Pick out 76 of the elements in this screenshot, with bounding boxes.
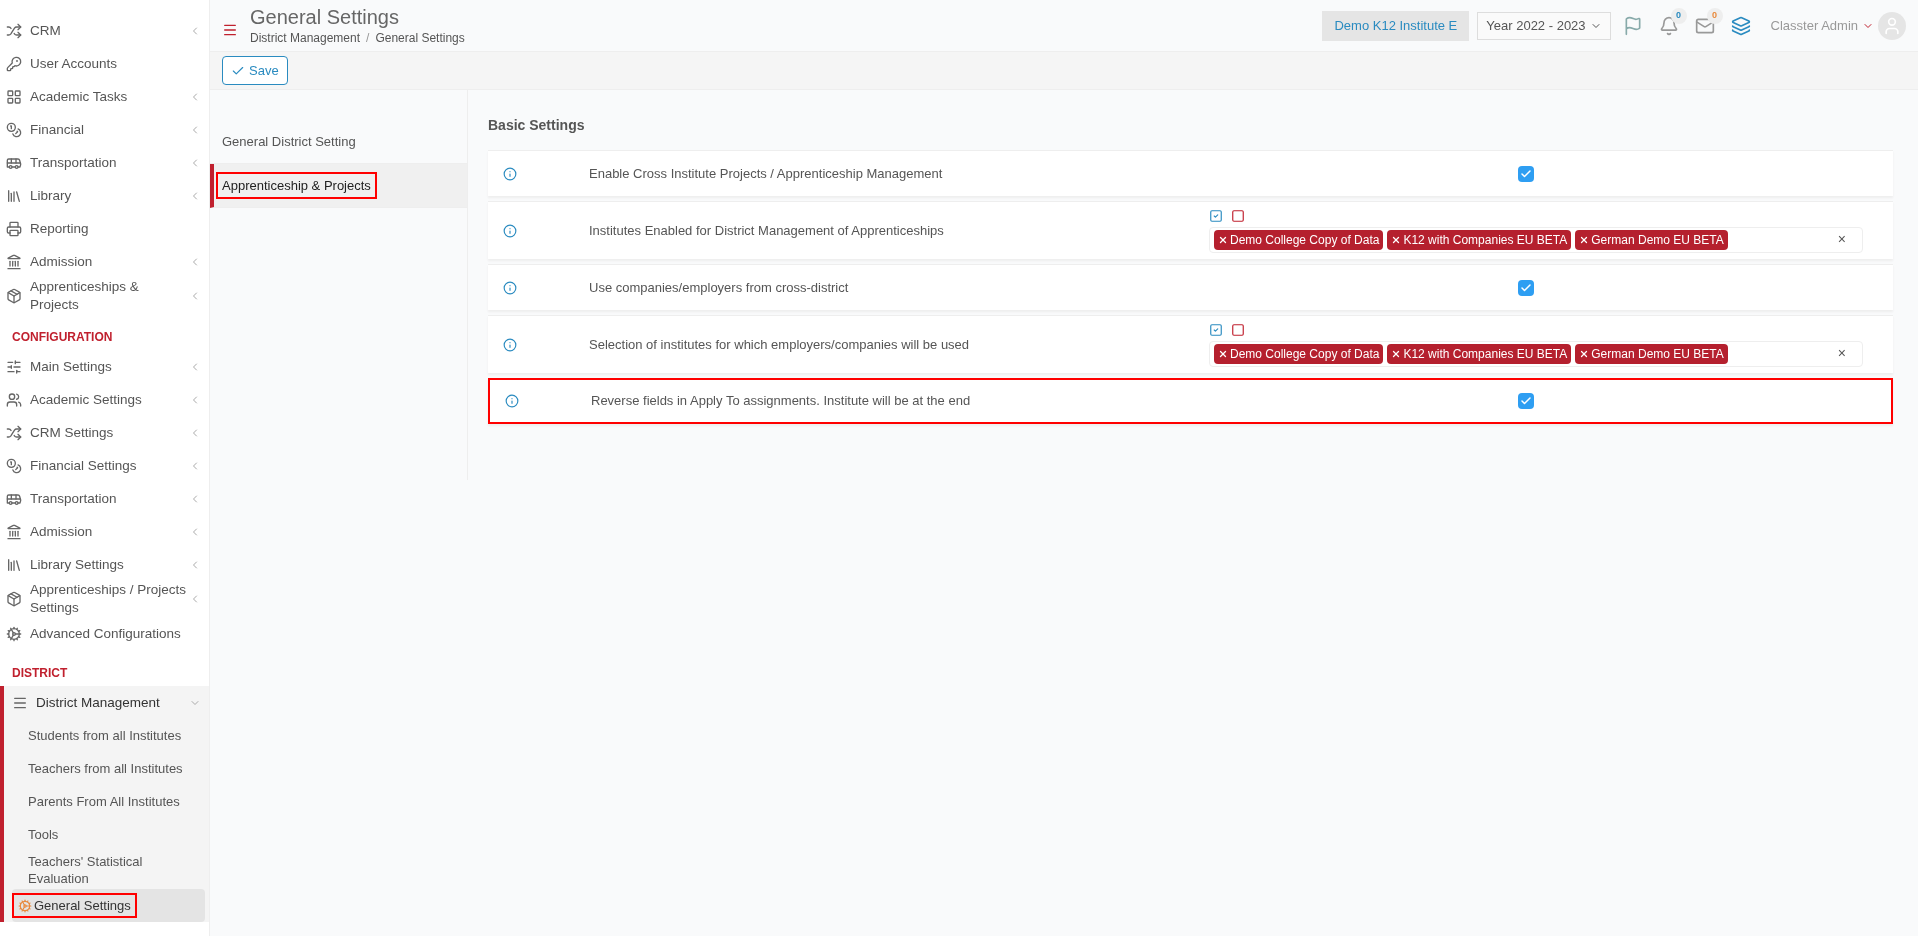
section-title: Basic Settings (488, 116, 586, 135)
tag[interactable]: German Demo EU BETA (1575, 343, 1728, 364)
setting-label: Selection of institutes for which employers/companies will be used (589, 335, 971, 354)
tag[interactable]: Demo College Copy of Data (1214, 229, 1384, 250)
remove-icon (1391, 348, 1402, 359)
person-silhouette-icon (1882, 15, 1902, 36)
sidebar-item[interactable]: Academic Settings (0, 383, 209, 416)
checkbox[interactable] (1518, 279, 1534, 296)
checkbox[interactable] (1518, 393, 1534, 409)
remove-icon (1579, 348, 1590, 359)
submenu-item[interactable]: General Settings (12, 889, 205, 922)
info-icon[interactable] (503, 166, 517, 181)
sidebar-item[interactable]: Main Settings (0, 350, 209, 383)
sidebar-item[interactable]: Advanced Configurations (0, 617, 209, 650)
submenu-item[interactable]: Tools (12, 818, 205, 851)
tag-field[interactable]: Demo College Copy of Data K12 with Companies EU BETA German Demo EU BETA × (1209, 340, 1863, 367)
sidebar-item[interactable]: Apprenticeships & Projects (0, 278, 209, 314)
gears-icon (18, 898, 32, 913)
tab[interactable]: Apprenticeship & Projects (210, 164, 467, 208)
sidebar-item[interactable]: Library (0, 179, 209, 212)
breadcrumb-item[interactable]: District Management (250, 28, 361, 47)
sidebar-item[interactable]: Transportation (0, 146, 209, 179)
sidebar-item[interactable]: Financial (0, 113, 209, 146)
section-heading: CONFIGURATION (11, 329, 114, 346)
setting-label: Institutes Enabled for District Management of Apprenticeships (589, 221, 945, 240)
sidebar-item[interactable]: Library Settings (0, 548, 209, 581)
deselect-all-icon[interactable] (1231, 322, 1245, 337)
page-title: General Settings (250, 4, 400, 29)
section-heading: DISTRICT (11, 665, 69, 682)
clear-button[interactable]: × (1837, 229, 1846, 250)
sidebar-item[interactable]: CRM (0, 14, 209, 47)
tag[interactable]: German Demo EU BETA (1575, 229, 1728, 250)
breadcrumb-item: General Settings (375, 29, 465, 47)
checkbox[interactable] (1518, 165, 1534, 182)
submenu-item[interactable]: Teachers' Statistical Evaluation (12, 851, 205, 889)
check-icon (1520, 167, 1532, 180)
tag[interactable]: Demo College Copy of Data (1214, 343, 1384, 364)
setting-label: Enable Cross Institute Projects / Apprenticeship Management (589, 164, 944, 183)
sidebar-item[interactable]: Admission (0, 245, 209, 278)
sidebar-item[interactable]: District Management (4, 686, 209, 719)
message-badge: 0 (1706, 7, 1723, 24)
tag[interactable]: K12 with Companies EU BETA (1387, 229, 1572, 250)
info-icon[interactable] (503, 280, 517, 295)
sidebar-item[interactable]: Admission (0, 515, 209, 548)
tag-field[interactable]: Demo College Copy of Data K12 with Companies EU BETA German Demo EU BETA × (1209, 226, 1863, 253)
setting-label: Use companies/employers from cross-district (589, 278, 850, 297)
clear-button[interactable]: × (1837, 343, 1846, 364)
year-dropdown[interactable]: Year 2022 - 2023 (1477, 11, 1611, 40)
tag[interactable]: K12 with Companies EU BETA (1387, 343, 1572, 364)
sidebar-item[interactable]: Apprenticeships / Projects Settings (0, 581, 209, 617)
notification-badge: 0 (1670, 7, 1687, 24)
info-icon[interactable] (503, 223, 517, 238)
remove-icon (1218, 234, 1228, 245)
save-button[interactable]: Save (222, 56, 288, 85)
check-icon (1520, 395, 1532, 407)
select-all-icon[interactable] (1209, 208, 1223, 223)
remove-icon (1579, 234, 1590, 245)
remove-icon (1218, 348, 1228, 359)
sidebar-item[interactable]: Financial Settings (0, 449, 209, 482)
submenu-item[interactable]: Parents From All Institutes (12, 785, 205, 818)
sidebar-item[interactable]: Transportation (0, 482, 209, 515)
sidebar-item[interactable]: Reporting (0, 212, 209, 245)
setting-label: Reverse fields in Apply To assignments. Institute will be at the end (591, 392, 972, 411)
submenu-item[interactable]: Students from all Institutes (12, 719, 205, 752)
info-icon[interactable] (503, 337, 517, 352)
select-all-icon[interactable] (1209, 322, 1223, 337)
info-icon[interactable] (505, 394, 519, 408)
check-icon (1520, 281, 1532, 294)
sidebar-item[interactable]: User Accounts (0, 47, 209, 80)
remove-icon (1391, 234, 1402, 245)
deselect-all-icon[interactable] (1231, 208, 1245, 223)
sidebar-item[interactable]: CRM Settings (0, 416, 209, 449)
breadcrumb-separator: / (366, 29, 370, 47)
submenu-item[interactable]: Teachers from all Institutes (12, 752, 205, 785)
layers-icon[interactable] (1730, 15, 1751, 36)
sidebar-item[interactable]: Academic Tasks (0, 80, 209, 113)
